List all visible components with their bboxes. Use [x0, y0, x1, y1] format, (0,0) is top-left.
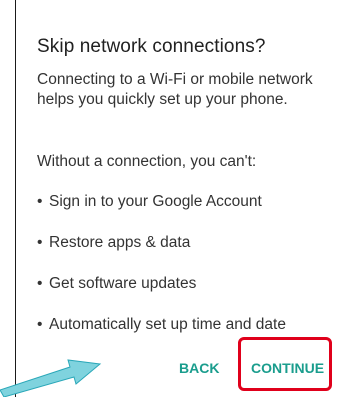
- bullet-icon: •: [37, 275, 43, 292]
- pointer-arrow-icon: [0, 359, 102, 397]
- bullet-icon: •: [37, 316, 43, 333]
- list-item: • Restore apps & data: [37, 234, 286, 275]
- bullet-icon: •: [37, 234, 43, 251]
- list-item: • Get software updates: [37, 275, 286, 316]
- continue-highlight-box: [238, 337, 332, 391]
- dialog-title: Skip network connections?: [37, 36, 266, 57]
- back-button[interactable]: BACK: [179, 360, 219, 376]
- list-item-label: Sign in to your Google Account: [49, 193, 262, 210]
- screen: Skip network connections? Connecting to …: [0, 0, 337, 397]
- limitations-list: • Sign in to your Google Account • Resto…: [37, 193, 286, 357]
- bullet-icon: •: [37, 193, 43, 210]
- list-item-label: Restore apps & data: [49, 234, 191, 251]
- dialog-body: Connecting to a Wi-Fi or mobile network …: [37, 71, 313, 108]
- list-item-label: Automatically set up time and date: [49, 316, 286, 333]
- dialog-lead-text: Without a connection, you can't:: [37, 153, 257, 170]
- list-item: • Sign in to your Google Account: [37, 193, 286, 234]
- list-item-label: Get software updates: [49, 275, 197, 292]
